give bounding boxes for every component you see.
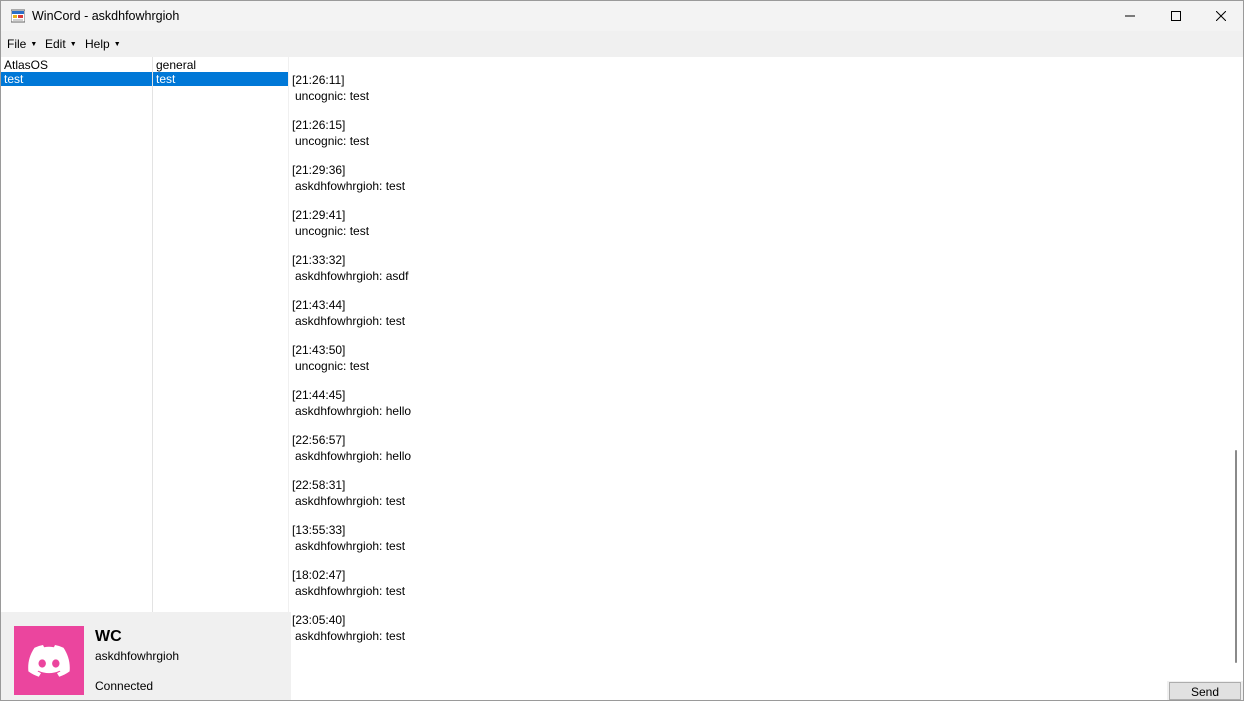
channel-list-header[interactable]: general xyxy=(153,58,288,72)
server-list-header[interactable]: AtlasOS xyxy=(1,58,152,72)
channel-item[interactable]: test xyxy=(153,72,288,86)
message-scrollbar[interactable] xyxy=(1227,57,1243,681)
message-timestamp: [13:55:33] xyxy=(292,523,346,537)
message-text: askdhfowhrgioh: test xyxy=(295,539,406,553)
message-text: uncognic: test xyxy=(295,134,370,148)
avatar xyxy=(14,626,84,695)
profile-display-name: WC xyxy=(95,628,122,645)
message-text: askdhfowhrgioh: test xyxy=(295,629,406,643)
message-timestamp: [21:33:32] xyxy=(292,253,346,267)
close-button[interactable] xyxy=(1198,1,1243,31)
maximize-icon xyxy=(1171,11,1181,21)
message-timestamp: [21:29:41] xyxy=(292,208,346,222)
message-timestamp: [18:02:47] xyxy=(292,568,346,582)
message-entry: [18:02:47] askdhfowhrgioh: test xyxy=(292,567,405,599)
message-entry: [21:29:36] askdhfowhrgioh: test xyxy=(292,162,405,194)
message-text: askdhfowhrgioh: test xyxy=(295,494,406,508)
menu-edit-label: Edit xyxy=(45,37,66,51)
profile-username: askdhfowhrgioh xyxy=(95,649,180,663)
menu-file[interactable]: File ▼ xyxy=(7,37,37,51)
app-window: WinCord - askdhfowhrgioh File ▼ Edit ▼ Hel… xyxy=(0,0,1244,701)
minimize-icon xyxy=(1125,15,1135,17)
message-timestamp: [21:44:45] xyxy=(292,388,346,402)
message-entry: [21:43:50] uncognic: test xyxy=(292,342,369,374)
message-text: uncognic: test xyxy=(295,89,370,103)
message-timestamp: [22:56:57] xyxy=(292,433,346,447)
message-entry: [22:58:31] askdhfowhrgioh: test xyxy=(292,477,405,509)
message-entry: [21:33:32] askdhfowhrgioh: asdf xyxy=(292,252,408,284)
dropdown-arrow-icon: ▼ xyxy=(69,41,77,48)
server-item[interactable]: test xyxy=(1,72,152,86)
scrollbar-thumb[interactable] xyxy=(1235,450,1237,663)
message-text: uncognic: test xyxy=(295,359,370,373)
message-entry: [21:26:11] uncognic: test xyxy=(292,72,369,104)
connection-status: Connected xyxy=(95,679,154,693)
menu-help[interactable]: Help ▼ xyxy=(85,37,121,51)
message-text: askdhfowhrgioh: test xyxy=(295,179,406,193)
message-text: uncognic: test xyxy=(295,224,370,238)
message-entry: [21:29:41] uncognic: test xyxy=(292,207,369,239)
message-timestamp: [21:26:11] xyxy=(292,73,345,87)
message-text: askdhfowhrgioh: hello xyxy=(295,404,412,418)
window-title: WinCord - askdhfowhrgioh xyxy=(32,9,180,23)
menu-bar: File ▼ Edit ▼ Help ▼ xyxy=(1,32,1243,56)
message-text: askdhfowhrgioh: test xyxy=(295,314,406,328)
message-timestamp: [22:58:31] xyxy=(292,478,346,492)
message-entry: [22:56:57] askdhfowhrgioh: hello xyxy=(292,432,411,464)
message-entry: [21:26:15] uncognic: test xyxy=(292,117,369,149)
message-entry: [23:05:40] askdhfowhrgioh: test xyxy=(292,612,405,644)
close-icon xyxy=(1216,11,1226,21)
profile-panel: WC askdhfowhrgioh Connected xyxy=(1,612,291,700)
send-button[interactable]: Send xyxy=(1169,682,1241,700)
message-timestamp: [23:05:40] xyxy=(292,613,346,627)
channel-list[interactable]: general test xyxy=(153,57,288,612)
discord-logo-icon xyxy=(28,644,70,677)
message-timestamp: [21:29:36] xyxy=(292,163,346,177)
maximize-button[interactable] xyxy=(1153,1,1199,31)
dropdown-arrow-icon: ▼ xyxy=(113,41,121,48)
message-entry: [21:44:45] askdhfowhrgioh: hello xyxy=(292,387,411,419)
message-log[interactable]: [21:26:11] uncognic: test [21:26:15] uncogn… xyxy=(289,57,1227,681)
message-timestamp: [21:43:50] xyxy=(292,343,346,357)
message-timestamp: [21:43:44] xyxy=(292,298,346,312)
menu-file-label: File xyxy=(7,37,27,51)
message-timestamp: [21:26:15] xyxy=(292,118,346,132)
menu-edit[interactable]: Edit ▼ xyxy=(45,37,77,51)
message-input[interactable] xyxy=(291,681,1167,700)
message-text: askdhfowhrgioh: asdf xyxy=(295,269,409,283)
app-icon xyxy=(11,9,25,23)
dropdown-arrow-icon: ▼ xyxy=(30,41,38,48)
message-entry: [13:55:33] askdhfowhrgioh: test xyxy=(292,522,405,554)
message-text: askdhfowhrgioh: hello xyxy=(295,449,412,463)
menu-help-label: Help xyxy=(85,37,110,51)
message-text: askdhfowhrgioh: test xyxy=(295,584,406,598)
title-bar[interactable]: WinCord - askdhfowhrgioh xyxy=(1,1,1243,31)
message-entry: [21:43:44] askdhfowhrgioh: test xyxy=(292,297,405,329)
minimize-button[interactable] xyxy=(1107,1,1153,31)
server-list[interactable]: AtlasOS test xyxy=(1,57,153,612)
